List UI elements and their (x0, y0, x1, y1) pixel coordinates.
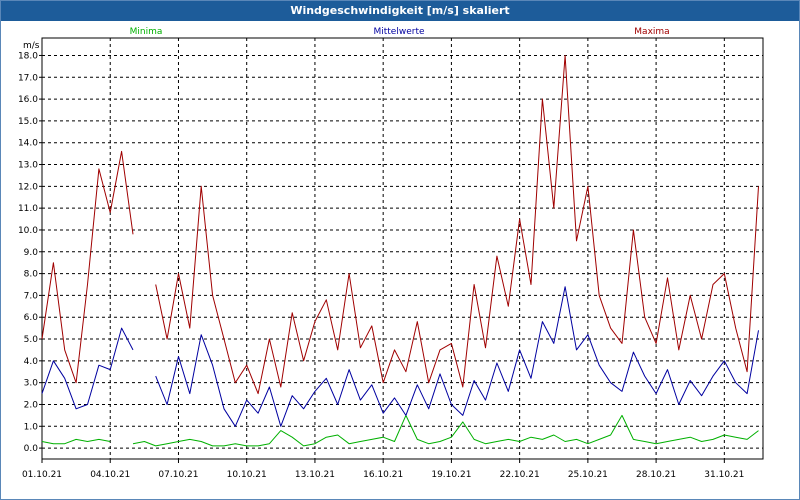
y-tick-label: 4.0 (24, 357, 39, 367)
legend-item-mittelwerte: Mittelwerte (373, 27, 424, 37)
y-tick-label: 13.0 (18, 161, 38, 171)
x-tick-label: 22.10.21 (500, 470, 540, 480)
y-tick-label: 7.0 (24, 291, 39, 301)
y-tick-label: 1.0 (24, 422, 39, 432)
y-tick-label: 10.0 (18, 226, 38, 236)
x-tick-label: 25.10.21 (568, 470, 608, 480)
legend-item-maxima: Maxima (634, 27, 669, 37)
y-tick-label: 15.0 (18, 117, 38, 127)
y-tick-label: 6.0 (24, 313, 39, 323)
window-title: Windgeschwindigkeit [m/s] skaliert (1, 1, 799, 21)
x-tick-label: 10.10.21 (227, 470, 267, 480)
y-tick-label: 2.0 (24, 400, 39, 410)
y-tick-label: 0.0 (24, 444, 39, 454)
wind-speed-chart: 0.0 1.0 2.0 3.0 4.0 5.0 6.0 7.0 8.0 9.0 10.0 11.0 12… (18, 27, 764, 480)
y-tick-label: 17.0 (18, 73, 38, 83)
x-tick-label: 28.10.21 (636, 470, 676, 480)
legend-item-minima: Minima (130, 27, 163, 37)
legend: Minima Mittelwerte Maxima (130, 27, 670, 37)
y-axis-label: m/s (23, 41, 40, 51)
grid (41, 37, 764, 460)
y-tick-label: 9.0 (24, 248, 39, 258)
y-tick-label: 18.0 (18, 51, 38, 61)
chart-window: Windgeschwindigkeit [m/s] skaliert 0.0 1.… (0, 0, 800, 500)
y-tick-label: 5.0 (24, 335, 39, 345)
y-tick-label: 16.0 (18, 95, 38, 105)
plot-area (41, 37, 764, 460)
x-tick-label: 04.10.21 (90, 470, 130, 480)
x-tick-label: 31.10.21 (704, 470, 744, 480)
x-tick-label: 01.10.21 (22, 470, 62, 480)
y-tick-label: 8.0 (24, 270, 39, 280)
x-tick-label: 07.10.21 (158, 470, 198, 480)
x-tick-label: 19.10.21 (431, 470, 471, 480)
x-tick-label: 16.10.21 (363, 470, 403, 480)
y-tick-label: 14.0 (18, 139, 38, 149)
x-tick-label: 13.10.21 (295, 470, 335, 480)
y-tick-label: 12.0 (18, 182, 38, 192)
y-tick-label: 11.0 (18, 204, 38, 214)
y-tick-label: 3.0 (24, 379, 39, 389)
